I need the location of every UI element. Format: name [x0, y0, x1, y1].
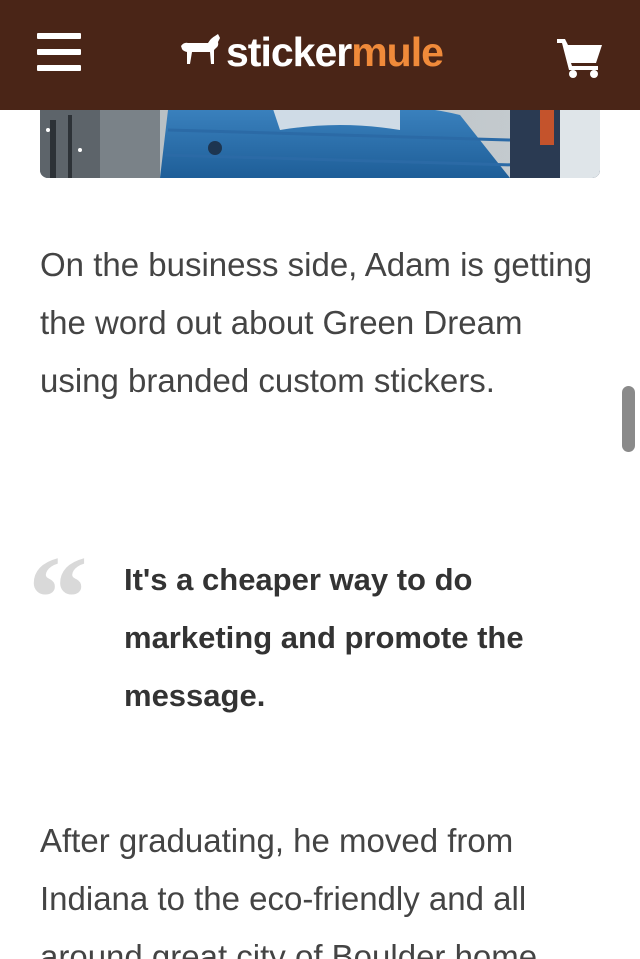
article-paragraph: After graduating, he moved from Indiana …	[40, 822, 538, 959]
hamburger-menu-icon[interactable]	[37, 33, 81, 73]
quote-mark-icon: “	[28, 531, 88, 664]
pull-quote: It's a cheaper way to do marketing and p…	[124, 562, 524, 713]
page: stickermule On the business side, Adam i…	[0, 0, 640, 959]
shopping-cart-icon[interactable]	[556, 36, 604, 78]
stickermule-logo[interactable]: stickermule	[178, 26, 444, 78]
logo-text-mule: mule	[351, 29, 444, 75]
logo-text-sticker: sticker	[226, 29, 352, 75]
page-scrollbar[interactable]	[622, 386, 635, 452]
site-header: stickermule	[0, 0, 640, 110]
mule-icon	[181, 34, 220, 64]
article-paragraph: On the business side, Adam is getting th…	[40, 246, 593, 399]
